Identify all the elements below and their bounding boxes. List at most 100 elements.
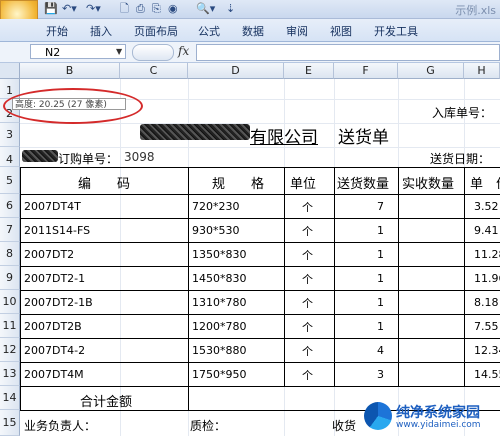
item-code[interactable]: 2007DT2-1: [24, 272, 85, 285]
item-qty[interactable]: 1: [377, 224, 384, 237]
item-spec[interactable]: 1310*780: [192, 296, 247, 309]
header-spec[interactable]: 规 格: [212, 173, 264, 192]
formula-bar: N2 ▼ fx: [0, 42, 500, 63]
column-header-g[interactable]: G: [398, 63, 464, 79]
item-qty[interactable]: 7: [377, 200, 384, 213]
row-header-14[interactable]: 14: [0, 386, 20, 410]
row-header-6[interactable]: 6: [0, 194, 20, 218]
column-header-h[interactable]: H: [464, 63, 500, 79]
item-price[interactable]: 3.52: [474, 200, 499, 213]
row-header-9[interactable]: 9: [0, 266, 20, 290]
item-qty[interactable]: 1: [377, 248, 384, 261]
row-header-13[interactable]: 13: [0, 362, 20, 386]
header-unit[interactable]: 单位: [290, 173, 316, 192]
item-unit[interactable]: 个: [302, 271, 313, 287]
row-header-12[interactable]: 12: [0, 338, 20, 362]
insert-function-icon[interactable]: fx: [178, 44, 189, 58]
item-price[interactable]: 8.18: [474, 296, 499, 309]
row-header-10[interactable]: 10: [0, 290, 20, 314]
item-code[interactable]: 2007DT2B: [24, 320, 82, 333]
receiver-label[interactable]: 收货: [332, 417, 356, 434]
formula-input[interactable]: [196, 44, 500, 61]
print-preview-icon[interactable]: 🗋: [120, 2, 129, 16]
tab-home[interactable]: 开始: [46, 23, 68, 39]
owner-label[interactable]: 业务负责人：: [24, 417, 96, 434]
document-title[interactable]: 送货单: [338, 123, 389, 148]
item-unit[interactable]: 个: [302, 247, 313, 263]
item-unit[interactable]: 个: [302, 367, 313, 383]
tab-page-layout[interactable]: 页面布局: [134, 23, 178, 39]
column-header-d[interactable]: D: [188, 63, 284, 79]
item-price[interactable]: 12.34: [474, 344, 500, 357]
tab-data[interactable]: 数据: [242, 23, 264, 39]
item-code[interactable]: 2007DT2: [24, 248, 74, 261]
quick-print-icon[interactable]: ⎘: [152, 2, 161, 16]
formula-bar-splitter[interactable]: [132, 44, 174, 61]
item-spec[interactable]: 1450*830: [192, 272, 247, 285]
find-icon[interactable]: 🔍▾: [196, 2, 215, 16]
column-header-f[interactable]: F: [334, 63, 398, 79]
header-price[interactable]: 单 价: [470, 173, 500, 192]
select-all-corner[interactable]: [0, 63, 20, 79]
item-spec[interactable]: 930*530: [192, 224, 240, 237]
item-code[interactable]: 2007DT2-1B: [24, 296, 93, 309]
redo-icon[interactable]: ↷▾: [86, 2, 101, 16]
row-header-3[interactable]: 3: [0, 123, 20, 147]
row-header-4[interactable]: 4: [0, 147, 20, 167]
column-header-c[interactable]: C: [120, 63, 188, 79]
order-no-label[interactable]: 订购单号：: [58, 150, 118, 167]
header-received[interactable]: 实收数量: [402, 173, 454, 192]
row-header-11[interactable]: 11: [0, 314, 20, 338]
tab-developer[interactable]: 开发工具: [374, 23, 418, 39]
item-spec[interactable]: 1750*950: [192, 368, 247, 381]
tab-review[interactable]: 审阅: [286, 23, 308, 39]
save-icon[interactable]: 💾: [44, 2, 58, 16]
row-header-5[interactable]: 5: [0, 167, 20, 194]
header-code[interactable]: 编 码: [78, 173, 130, 192]
item-price[interactable]: 14.55: [474, 368, 500, 381]
print-icon[interactable]: ⎙: [136, 2, 145, 16]
item-qty[interactable]: 1: [377, 320, 384, 333]
item-unit[interactable]: 个: [302, 295, 313, 311]
total-amount-label[interactable]: 合计金额: [80, 391, 132, 410]
company-name-suffix[interactable]: 有限公司: [250, 123, 318, 148]
column-header-e[interactable]: E: [284, 63, 334, 79]
row-header-8[interactable]: 8: [0, 242, 20, 266]
item-spec[interactable]: 720*230: [192, 200, 240, 213]
item-unit[interactable]: 个: [302, 343, 313, 359]
item-code[interactable]: 2007DT4T: [24, 200, 81, 213]
item-spec[interactable]: 1350*830: [192, 248, 247, 261]
qc-label[interactable]: 质检：: [190, 417, 226, 434]
item-code[interactable]: 2007DT4-2: [24, 344, 85, 357]
item-spec[interactable]: 1530*880: [192, 344, 247, 357]
name-box[interactable]: N2: [30, 44, 126, 59]
customize-quick-access-icon[interactable]: ⇣: [226, 2, 235, 16]
spelling-icon[interactable]: ◉: [168, 2, 178, 16]
item-price[interactable]: 7.55: [474, 320, 499, 333]
tab-insert[interactable]: 插入: [90, 23, 112, 39]
item-unit[interactable]: 个: [302, 199, 313, 215]
header-qty[interactable]: 送货数量: [337, 173, 389, 192]
item-spec[interactable]: 1200*780: [192, 320, 247, 333]
tab-formulas[interactable]: 公式: [198, 23, 220, 39]
row-header-15[interactable]: 15: [0, 410, 20, 436]
row-header-7[interactable]: 7: [0, 218, 20, 242]
item-qty[interactable]: 4: [377, 344, 384, 357]
item-price[interactable]: 9.41: [474, 224, 499, 237]
column-header-b[interactable]: B: [20, 63, 120, 79]
item-price[interactable]: 11.96: [474, 272, 500, 285]
name-box-dropdown-icon[interactable]: ▼: [116, 44, 126, 59]
item-code[interactable]: 2007DT4M: [24, 368, 84, 381]
item-price[interactable]: 11.28: [474, 248, 500, 261]
undo-icon[interactable]: ↶▾: [62, 2, 77, 16]
item-qty[interactable]: 1: [377, 296, 384, 309]
receipt-no-label[interactable]: 入库单号：: [432, 104, 492, 121]
item-code[interactable]: 2011S14-FS: [24, 224, 90, 237]
item-unit[interactable]: 个: [302, 319, 313, 335]
item-unit[interactable]: 个: [302, 223, 313, 239]
delivery-date-label[interactable]: 送货日期：: [430, 150, 490, 167]
order-no-value[interactable]: 3098: [124, 150, 155, 164]
item-qty[interactable]: 3: [377, 368, 384, 381]
item-qty[interactable]: 1: [377, 272, 384, 285]
tab-view[interactable]: 视图: [330, 23, 352, 39]
